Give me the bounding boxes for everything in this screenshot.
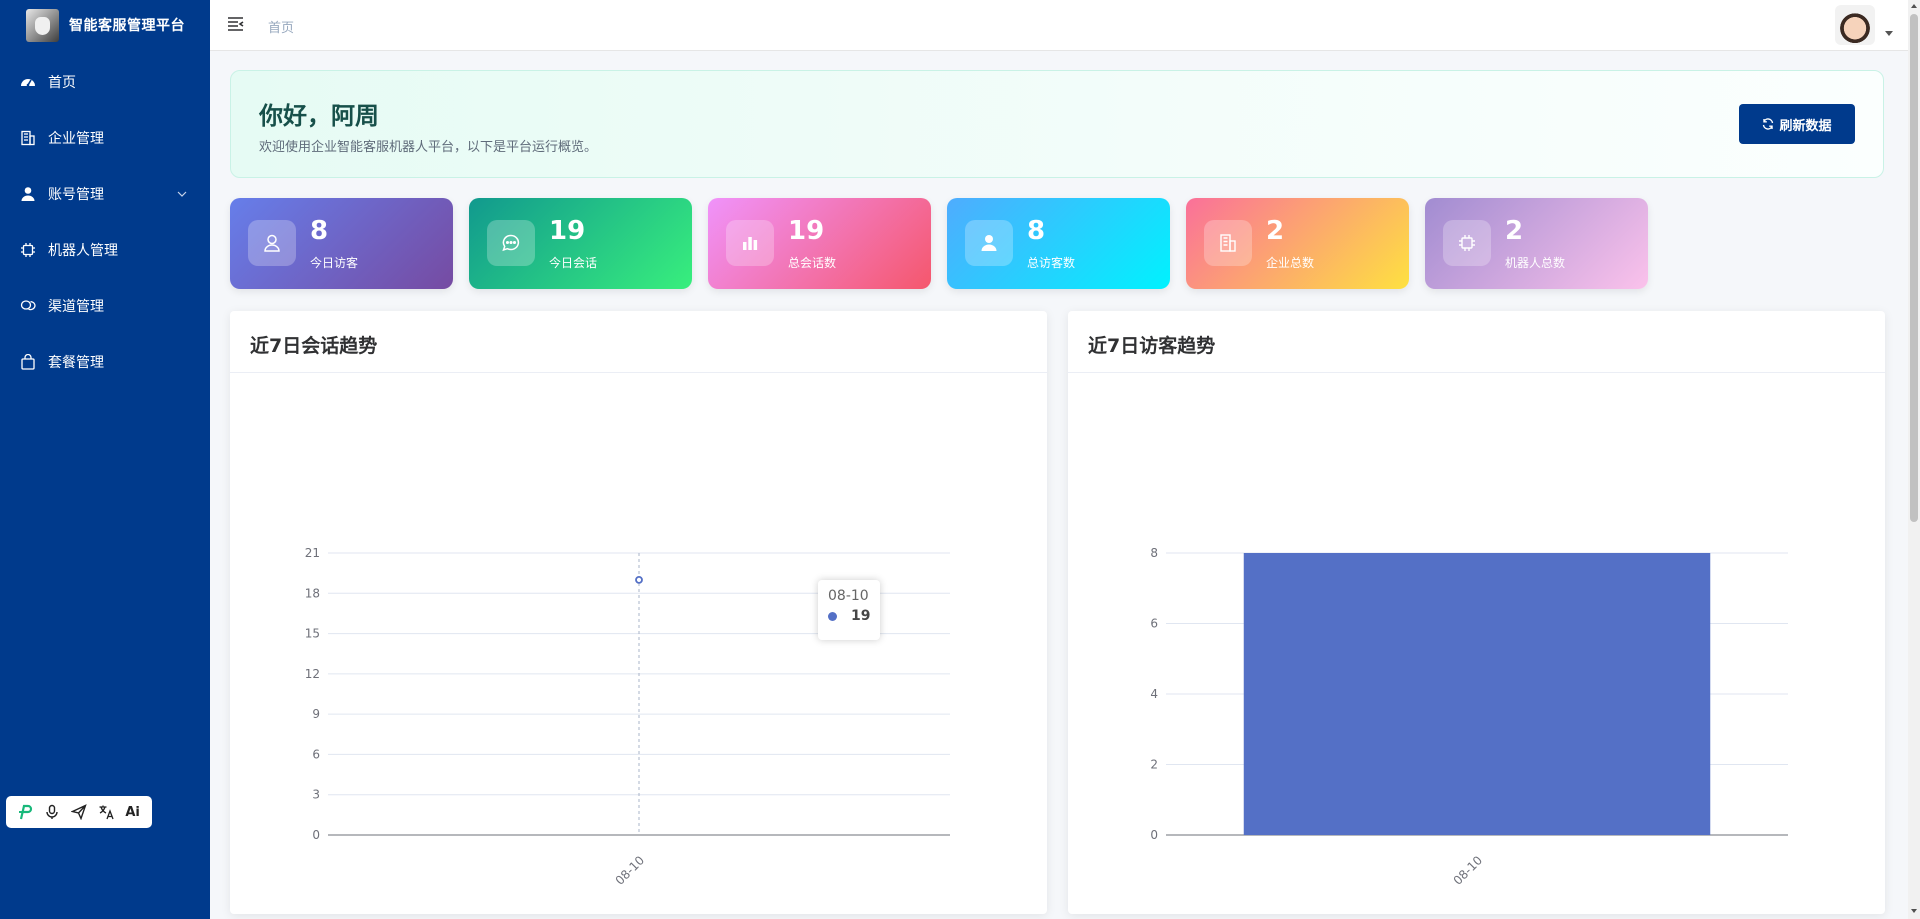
sidebar-item-home[interactable]: 首页	[0, 54, 210, 110]
app-logo	[26, 8, 59, 42]
stat-value: 19	[549, 216, 586, 246]
stat-value: 8	[1027, 216, 1046, 246]
chevron-down-icon	[177, 191, 187, 197]
bar-chart-icon	[726, 220, 774, 266]
sidebar-item-label: 账号管理	[48, 187, 104, 203]
scrollbar-thumb[interactable]	[1910, 14, 1918, 522]
stat-card-total-robots[interactable]: 2 机器人总数	[1425, 198, 1648, 289]
chart-tooltip: 08-10 19	[818, 580, 880, 640]
welcome-banner: 你好，阿周 欢迎使用企业智能客服机器人平台，以下是平台运行概览。 刷新数据	[230, 70, 1884, 178]
y-tick-label: 0	[1150, 828, 1158, 842]
stat-label: 今日访客	[310, 256, 359, 270]
chart-title: 近7日访客趋势	[1088, 335, 1216, 357]
y-tick-label: 18	[305, 586, 320, 600]
x-tick-label: 08-10	[613, 853, 648, 888]
p-logo-icon[interactable]	[15, 802, 35, 822]
avatar[interactable]	[1835, 5, 1875, 45]
refresh-label: 刷新数据	[1779, 117, 1832, 133]
dashboard-icon	[20, 74, 36, 90]
chip-icon	[20, 242, 36, 258]
stat-value: 2	[1266, 216, 1285, 246]
conversation-line-chart[interactable]: 0 3 6 9 12 15 18 21 08-10	[230, 373, 1047, 914]
sidebar-item-label: 企业管理	[48, 131, 104, 147]
y-tick-label: 6	[312, 747, 320, 761]
stat-value: 19	[788, 216, 825, 246]
vertical-scrollbar[interactable]	[1908, 0, 1920, 919]
building-icon	[1204, 220, 1252, 266]
y-tick-label: 0	[312, 828, 320, 842]
sidebar-item-label: 套餐管理	[48, 355, 104, 371]
visitor-trend-card: 近7日访客趋势 0 2 4 6 8 08-10	[1068, 311, 1885, 914]
scroll-down-arrow[interactable]	[1911, 909, 1917, 913]
sidebar-item-robot[interactable]: 机器人管理	[0, 222, 210, 278]
user-outline-icon	[248, 220, 296, 266]
stat-card-total-conversations[interactable]: 19 总会话数	[708, 198, 931, 289]
refresh-icon	[1763, 118, 1774, 130]
brand: 智能客服管理平台	[0, 0, 210, 50]
stat-label: 总会话数	[788, 256, 837, 270]
stat-value: 2	[1505, 216, 1524, 246]
y-tick-label: 3	[312, 788, 320, 802]
stat-value: 8	[310, 216, 329, 246]
sidebar: 智能客服管理平台 首页 企业管理 账号管理 机器人管理 渠道管理 套餐管理 Ai	[0, 0, 210, 919]
user-icon	[20, 186, 36, 202]
sidebar-item-label: 渠道管理	[48, 299, 104, 315]
chip-icon	[1443, 220, 1491, 266]
stat-card-today-visitors[interactable]: 8 今日访客	[230, 198, 453, 289]
y-tick-label: 12	[305, 667, 320, 681]
sidebar-item-enterprise[interactable]: 企业管理	[0, 110, 210, 166]
y-tick-label: 2	[1150, 758, 1158, 772]
stat-label: 总访客数	[1027, 256, 1076, 270]
sidebar-item-label: 首页	[48, 75, 76, 91]
y-tick-label: 6	[1150, 617, 1158, 631]
stat-card-total-visitors[interactable]: 8 总访客数	[947, 198, 1170, 289]
tooltip-value: 19	[851, 608, 871, 624]
refresh-data-button[interactable]: 刷新数据	[1739, 104, 1855, 144]
sidebar-item-package[interactable]: 套餐管理	[0, 334, 210, 390]
ai-icon[interactable]: Ai	[123, 802, 143, 822]
stat-label: 企业总数	[1266, 256, 1315, 270]
caret-down-icon[interactable]	[1885, 31, 1893, 36]
y-tick-label: 21	[305, 546, 320, 560]
chart-title: 近7日会话趋势	[250, 335, 378, 357]
channel-icon	[20, 298, 36, 314]
greeting-title: 你好，阿周	[259, 102, 379, 130]
shopping-bag-icon	[20, 354, 36, 370]
chat-bubble-icon	[487, 220, 535, 266]
floating-toolbar: Ai	[6, 796, 152, 828]
tooltip-row: 19	[828, 608, 880, 624]
send-icon[interactable]	[69, 802, 89, 822]
conversation-trend-card: 近7日会话趋势 0 3 6 9 12 15 18 21 08-10	[230, 311, 1047, 914]
person-icon	[965, 220, 1013, 266]
stat-card-total-enterprises[interactable]: 2 企业总数	[1186, 198, 1409, 289]
greeting-subtitle: 欢迎使用企业智能客服机器人平台，以下是平台运行概览。	[259, 140, 598, 155]
top-header: 首页	[210, 0, 1920, 51]
stat-label: 今日会话	[549, 256, 598, 270]
microphone-icon[interactable]	[42, 802, 62, 822]
sidebar-menu: 首页 企业管理 账号管理 机器人管理 渠道管理 套餐管理	[0, 54, 210, 390]
breadcrumb[interactable]: 首页	[268, 17, 294, 36]
sidebar-item-channel[interactable]: 渠道管理	[0, 278, 210, 334]
translate-icon[interactable]	[96, 802, 116, 822]
data-point	[635, 575, 643, 584]
stat-label: 机器人总数	[1505, 256, 1566, 270]
y-tick-label: 4	[1150, 687, 1158, 701]
series-marker	[828, 611, 837, 621]
menu-toggle-icon[interactable]	[227, 15, 245, 33]
y-tick-label: 15	[305, 627, 320, 641]
y-tick-label: 9	[312, 707, 320, 721]
scroll-up-arrow[interactable]	[1911, 4, 1917, 8]
tooltip-date: 08-10	[828, 588, 869, 604]
visitor-bar-chart[interactable]: 0 2 4 6 8 08-10	[1068, 373, 1885, 914]
app-title: 智能客服管理平台	[69, 18, 185, 34]
stat-card-today-conversations[interactable]: 19 今日会话	[469, 198, 692, 289]
bar	[1243, 553, 1711, 835]
sidebar-item-account[interactable]: 账号管理	[0, 166, 210, 222]
building-icon	[20, 130, 36, 146]
y-tick-label: 8	[1150, 546, 1158, 560]
sidebar-item-label: 机器人管理	[48, 243, 118, 259]
x-tick-label: 08-10	[1451, 853, 1486, 888]
